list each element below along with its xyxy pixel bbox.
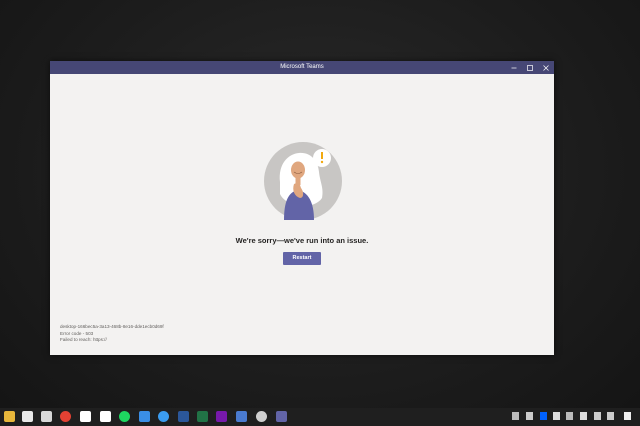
minimize-icon: [511, 67, 517, 68]
chevron-up-icon[interactable]: [512, 412, 519, 420]
app-n-icon[interactable]: [100, 411, 111, 422]
excel-icon[interactable]: [197, 411, 208, 422]
spotify-icon[interactable]: [119, 411, 130, 422]
window-title: Microsoft Teams: [280, 64, 324, 70]
edit-icon[interactable]: [139, 411, 150, 422]
battery-icon[interactable]: [580, 412, 587, 420]
word-icon[interactable]: [178, 411, 189, 422]
maximize-icon: [527, 64, 533, 71]
session-id: desktop-166bec5a-3a13-468b-8e16-dde1ecb0…: [60, 324, 164, 329]
chrome-icon[interactable]: [60, 411, 71, 422]
cloud-icon[interactable]: [553, 412, 560, 420]
network-icon[interactable]: [594, 412, 601, 420]
error-message: We're sorry—we've run into an issue.: [235, 236, 369, 245]
settings-icon[interactable]: [256, 411, 267, 422]
onenote-icon[interactable]: [216, 411, 227, 422]
title-bar[interactable]: Microsoft Teams: [50, 61, 554, 74]
file-explorer-icon[interactable]: [4, 411, 15, 422]
notification-icon[interactable]: [624, 412, 631, 420]
teams-window: Microsoft Teams We're sorry—we've run in…: [50, 61, 554, 355]
mail-icon[interactable]: [41, 411, 52, 422]
headphones-icon[interactable]: [566, 412, 573, 420]
error-illustration: [264, 142, 342, 220]
minimize-button[interactable]: [506, 61, 522, 74]
maximize-button[interactable]: [522, 61, 538, 74]
window-controls: [506, 61, 554, 74]
onedrive-icon[interactable]: [526, 412, 533, 420]
store-icon[interactable]: [22, 411, 33, 422]
diagnostics-info: desktop-166bec5a-3a13-468b-8e16-dde1ecb0…: [60, 324, 164, 344]
close-button[interactable]: [538, 61, 554, 74]
taskbar: [0, 408, 640, 426]
dropbox-icon[interactable]: [540, 412, 547, 420]
restart-button[interactable]: Restart: [283, 252, 321, 265]
close-icon: [543, 64, 549, 71]
app-c-icon[interactable]: [80, 411, 91, 422]
volume-icon[interactable]: [607, 412, 614, 420]
cortana-icon[interactable]: [158, 411, 169, 422]
teams-icon[interactable]: [276, 411, 287, 422]
app-window-icon[interactable]: [236, 411, 247, 422]
failed-url: Failed to reach: https://: [60, 337, 107, 342]
